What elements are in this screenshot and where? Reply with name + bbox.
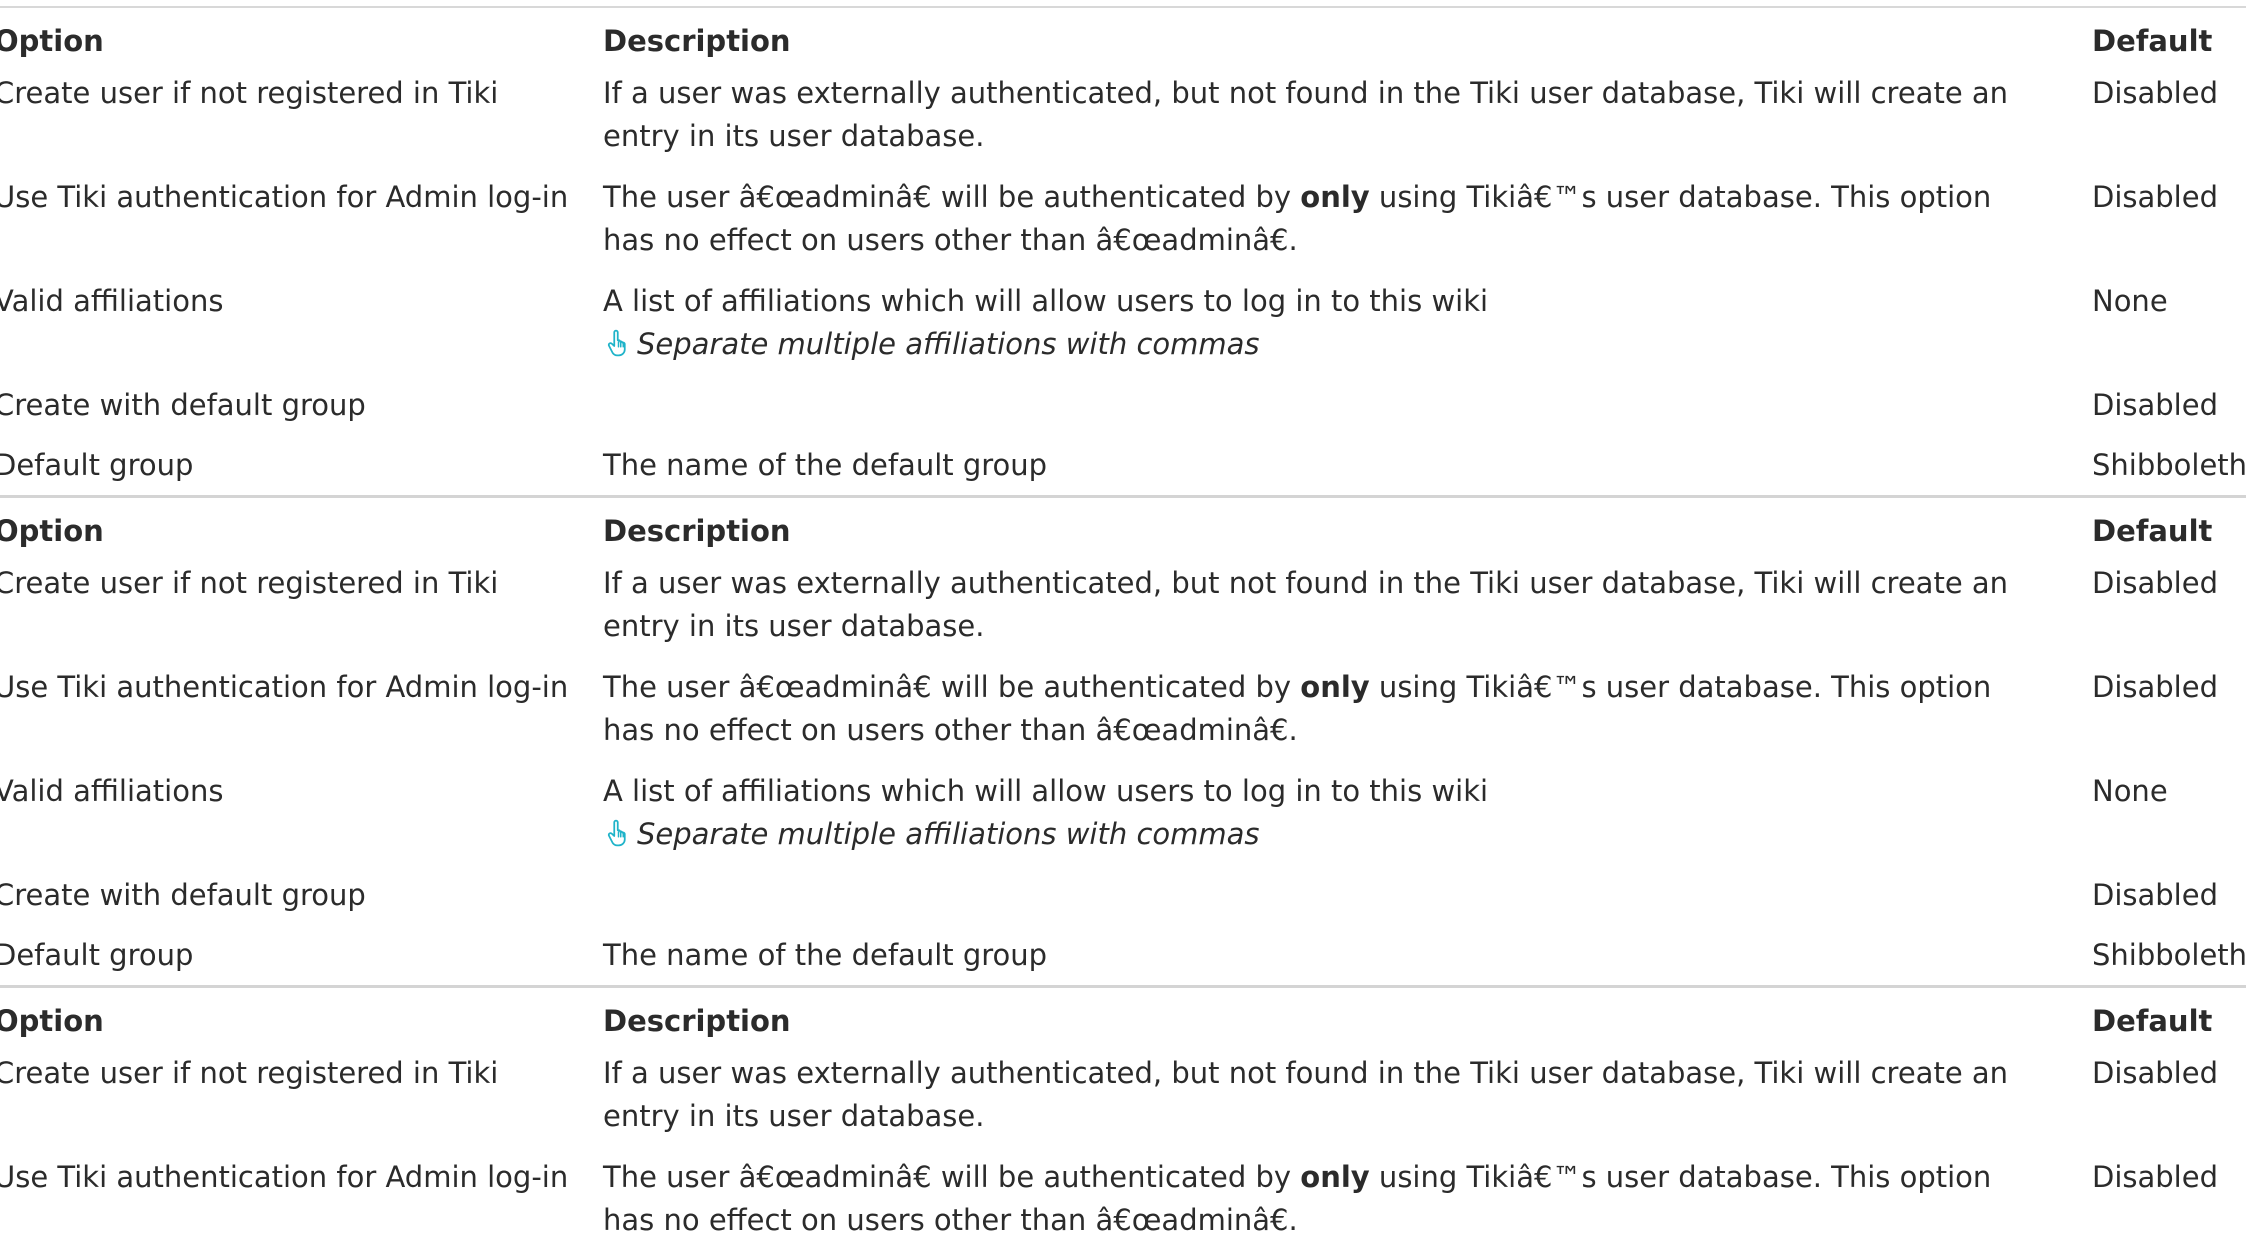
description-text: The user â€œadminâ€ will be authenticate…: [603, 1160, 1301, 1194]
table-row: Default group The name of the default gr…: [0, 435, 2246, 495]
option-name: Default group: [0, 448, 194, 482]
table-row: Create user if not registered in Tiki If…: [0, 1043, 2246, 1147]
option-default: Disabled: [2092, 76, 2218, 110]
table-row: Use Tiki authentication for Admin log-in…: [0, 1147, 2246, 1251]
table-row: Valid affiliations A list of affiliation…: [0, 761, 2246, 865]
option-default: Disabled: [2092, 388, 2218, 422]
table-row: Create with default group Disabled: [0, 375, 2246, 435]
option-default: None: [2092, 774, 2168, 808]
table-row: Create user if not registered in Tiki If…: [0, 63, 2246, 167]
option-name: Create with default group: [0, 878, 366, 912]
header-option: Option: [0, 24, 104, 58]
header-default: Default: [2092, 514, 2213, 548]
option-default: Shibboleth: [2092, 938, 2246, 972]
options-table: Option Description Default Create user i…: [0, 6, 2246, 495]
option-description: If a user was externally authenticated, …: [603, 566, 2009, 643]
option-name: Use Tiki authentication for Admin log-in: [0, 180, 569, 214]
option-default: Disabled: [2092, 670, 2218, 704]
header-option: Option: [0, 514, 104, 548]
table-row: Use Tiki authentication for Admin log-in…: [0, 167, 2246, 271]
tip-text: Separate multiple affiliations with comm…: [637, 327, 1260, 361]
options-table: Option Description Default Create user i…: [0, 985, 2246, 1251]
options-page: Option Description Default Create user i…: [0, 0, 2246, 1251]
option-description: The name of the default group: [603, 448, 1048, 482]
description-emphasis: only: [1300, 670, 1370, 704]
option-description: [603, 865, 2092, 925]
option-description: The name of the default group: [603, 938, 1048, 972]
header-description: Description: [603, 1004, 791, 1038]
pointing-hand-icon: [603, 327, 633, 357]
description-emphasis: only: [1300, 1160, 1370, 1194]
header-option: Option: [0, 1004, 104, 1038]
option-description: The user â€œadminâ€ will be authenticate…: [603, 167, 2092, 271]
header-default: Default: [2092, 24, 2213, 58]
option-default: Shibboleth: [2092, 448, 2246, 482]
option-description: The user â€œadminâ€ will be authenticate…: [603, 1147, 2092, 1251]
description-emphasis: only: [1300, 180, 1370, 214]
option-description: [603, 375, 2092, 435]
option-description: The user â€œadminâ€ will be authenticate…: [603, 657, 2092, 761]
option-name: Use Tiki authentication for Admin log-in: [0, 670, 569, 704]
header-description: Description: [603, 24, 791, 58]
option-description: If a user was externally authenticated, …: [603, 76, 2009, 153]
option-default: Disabled: [2092, 1160, 2218, 1194]
description-text: The user â€œadminâ€ will be authenticate…: [603, 180, 1301, 214]
option-name: Create with default group: [0, 388, 366, 422]
option-description: A list of affiliations which will allow …: [603, 271, 2092, 375]
option-name: Valid affiliations: [0, 284, 224, 318]
table-row: Create with default group Disabled: [0, 865, 2246, 925]
header-description: Description: [603, 514, 791, 548]
description-text: The user â€œadminâ€ will be authenticate…: [603, 670, 1301, 704]
header-row: Option Description Default: [0, 7, 2246, 63]
tip-text: Separate multiple affiliations with comm…: [637, 817, 1260, 851]
option-tip: Separate multiple affiliations with comm…: [603, 323, 2032, 366]
table-row: Create user if not registered in Tiki If…: [0, 553, 2246, 657]
option-name: Default group: [0, 938, 194, 972]
option-name: Valid affiliations: [0, 774, 224, 808]
option-description: A list of affiliations which will allow …: [603, 761, 2092, 865]
options-table: Option Description Default Create user i…: [0, 495, 2246, 985]
option-default: None: [2092, 284, 2168, 318]
option-name: Create user if not registered in Tiki: [0, 76, 499, 110]
option-default: Disabled: [2092, 566, 2218, 600]
option-name: Create user if not registered in Tiki: [0, 566, 499, 600]
option-default: Disabled: [2092, 1056, 2218, 1090]
option-name: Create user if not registered in Tiki: [0, 1056, 499, 1090]
option-default: Disabled: [2092, 180, 2218, 214]
option-name: Use Tiki authentication for Admin log-in: [0, 1160, 569, 1194]
description-text: A list of affiliations which will allow …: [603, 284, 1489, 318]
table-row: Valid affiliations A list of affiliation…: [0, 271, 2246, 375]
option-description: If a user was externally authenticated, …: [603, 1056, 2009, 1133]
pointing-hand-icon: [603, 817, 633, 847]
option-tip: Separate multiple affiliations with comm…: [603, 813, 2032, 856]
header-default: Default: [2092, 1004, 2213, 1038]
header-row: Option Description Default: [0, 497, 2246, 554]
header-row: Option Description Default: [0, 987, 2246, 1044]
option-default: Disabled: [2092, 878, 2218, 912]
table-row: Default group The name of the default gr…: [0, 925, 2246, 985]
table-row: Use Tiki authentication for Admin log-in…: [0, 657, 2246, 761]
description-text: A list of affiliations which will allow …: [603, 774, 1489, 808]
